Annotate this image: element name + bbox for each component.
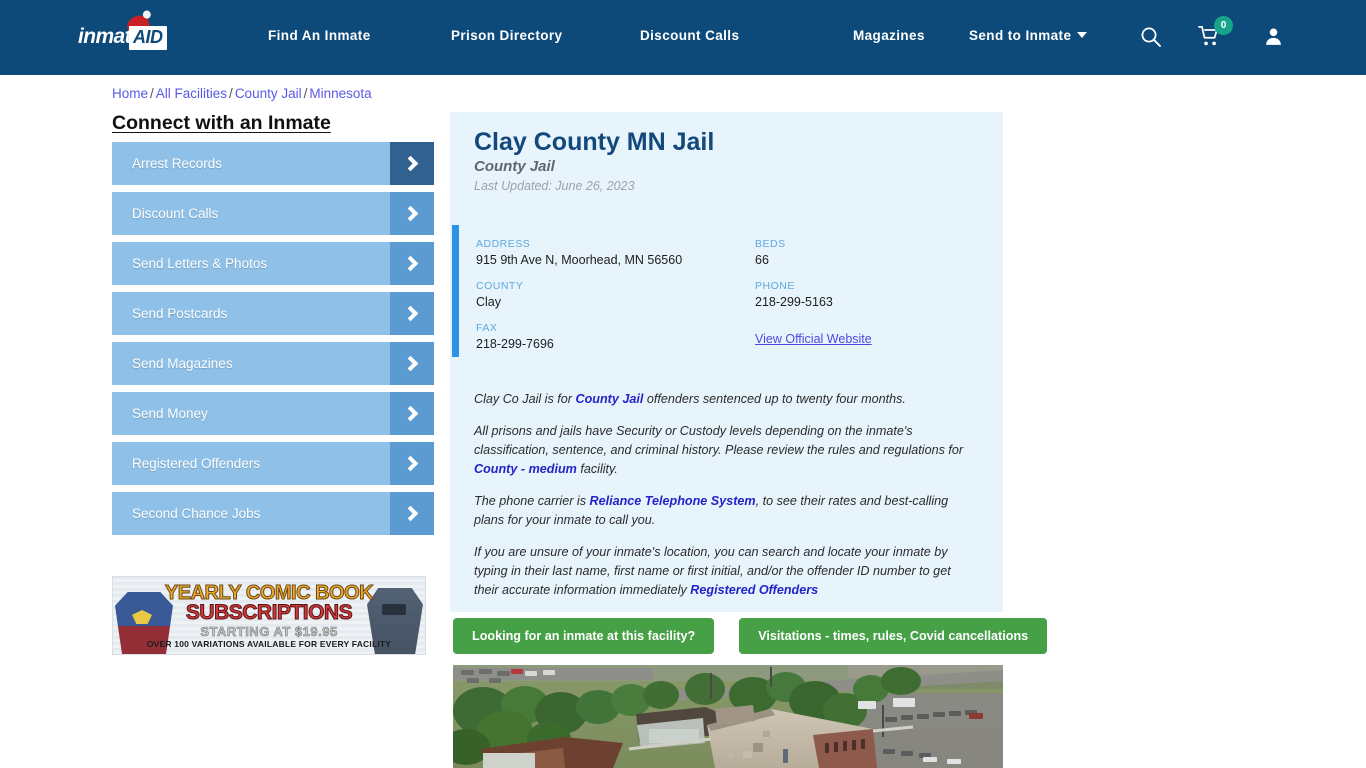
link-reliance-telephone-system[interactable]: Reliance Telephone System: [590, 494, 756, 508]
sidebar-item-send-magazines[interactable]: Send Magazines: [112, 342, 434, 385]
sidebar-item-label: Discount Calls: [132, 206, 219, 221]
last-updated-text: Last Updated: June 26, 2023: [474, 179, 635, 193]
sidebar-item-arrest-records[interactable]: Arrest Records: [112, 142, 434, 185]
link-registered-offenders[interactable]: Registered Offenders: [690, 583, 818, 597]
nav-item-magazines[interactable]: Magazines: [853, 28, 925, 43]
breadcrumb: Home / All Facilities / County Jail / Minnesot…: [112, 86, 372, 101]
nav-item-prison-directory[interactable]: Prison Directory: [451, 28, 562, 43]
breadcrumb-separator: /: [229, 86, 233, 101]
p2-text-b: facility.: [576, 462, 618, 476]
fax-label: FAX: [476, 322, 498, 334]
looking-for-inmate-button[interactable]: Looking for an inmate at this facility?: [453, 618, 715, 654]
ad-subtext: OVER 100 VARIATIONS AVAILABLE FOR EVERY …: [146, 639, 392, 649]
sidebar-item-label: Send Magazines: [132, 356, 233, 371]
description-paragraph-1: Clay Co Jail is for County Jail offender…: [474, 390, 976, 409]
shopping-cart-icon[interactable]: 0: [1198, 16, 1233, 53]
sidebar-item-label: Send Money: [132, 406, 208, 421]
chevron-down-icon: [1077, 32, 1088, 38]
phone-label: PHONE: [755, 280, 795, 292]
breadcrumb-separator: /: [150, 86, 154, 101]
sidebar-item-label: Arrest Records: [132, 156, 223, 171]
visitations-button[interactable]: Visitations - times, rules, Covid cancel…: [739, 618, 1048, 654]
facility-description: Clay Co Jail is for County Jail offender…: [474, 390, 976, 613]
cart-count-badge: 0: [1214, 16, 1233, 35]
nav-item-send-to-inmate-label: Send to Inmate: [969, 28, 1072, 43]
info-column-left: ADDRESS 915 9th Ave N, Moorhead, MN 5656…: [476, 238, 682, 364]
link-county-medium[interactable]: County - medium: [474, 462, 577, 476]
chevron-right-icon: [390, 292, 434, 335]
nav-item-discount-calls[interactable]: Discount Calls: [640, 28, 739, 43]
sidebar-item-label: Send Letters & Photos: [132, 256, 268, 271]
p1-text-b: offenders sentenced up to twenty four mo…: [643, 392, 906, 406]
facility-detail-card: Clay County MN Jail County Jail Last Upd…: [450, 112, 1003, 612]
page-title: Clay County MN Jail: [474, 128, 715, 156]
chevron-right-icon: [390, 142, 434, 185]
ad-headline-line2: SUBSCRIPTIONS: [185, 601, 353, 625]
breadcrumb-item-home[interactable]: Home: [112, 86, 148, 101]
sidebar-menu: Arrest Records Discount Calls Send Lette…: [112, 142, 434, 542]
fax-value: 218-299-7696: [476, 337, 554, 351]
description-paragraph-4: If you are unsure of your inmate's locat…: [474, 543, 976, 600]
cta-button-row: Looking for an inmate at this facility? …: [453, 618, 1048, 654]
description-paragraph-2: All prisons and jails have Security or C…: [474, 422, 976, 479]
sidebar-item-second-chance-jobs[interactable]: Second Chance Jobs: [112, 492, 434, 535]
search-icon[interactable]: [1140, 26, 1162, 53]
phone-value: 218-299-5163: [755, 295, 833, 309]
chevron-right-icon: [390, 492, 434, 535]
breadcrumb-item-all-facilities[interactable]: All Facilities: [156, 86, 227, 101]
p3-text-a: The phone carrier is: [474, 494, 590, 508]
user-account-icon[interactable]: [1263, 26, 1284, 52]
chevron-right-icon: [390, 442, 434, 485]
sidebar-item-send-letters-photos[interactable]: Send Letters & Photos: [112, 242, 434, 285]
address-value: 915 9th Ave N, Moorhead, MN 56560: [476, 253, 683, 267]
county-value: Clay: [476, 295, 502, 309]
view-official-website-link[interactable]: View Official Website: [755, 332, 872, 346]
sidebar-item-discount-calls[interactable]: Discount Calls: [112, 192, 434, 235]
nav-item-send-to-inmate[interactable]: Send to Inmate: [969, 28, 1088, 43]
chevron-right-icon: [390, 342, 434, 385]
sidebar-item-send-money[interactable]: Send Money: [112, 392, 434, 435]
sidebar-item-send-postcards[interactable]: Send Postcards: [112, 292, 434, 335]
facility-type: County Jail: [474, 158, 555, 175]
sidebar-item-label: Second Chance Jobs: [132, 506, 261, 521]
county-label: COUNTY: [476, 280, 524, 292]
site-logo[interactable]: inmate AID: [78, 13, 188, 54]
beds-value: 66: [755, 253, 769, 267]
link-county-jail[interactable]: County Jail: [575, 392, 643, 406]
nav-item-find-an-inmate[interactable]: Find An Inmate: [268, 28, 371, 43]
ad-price-text: STARTING AT $19.95: [200, 624, 338, 640]
info-column-right: BEDS 66 PHONE 218-299-5163 View Official…: [755, 238, 872, 359]
sidebar-item-label: Send Postcards: [132, 306, 228, 321]
beds-label: BEDS: [755, 238, 786, 250]
site-header: inmate AID Find An Inmate Prison Directo…: [0, 0, 1366, 75]
breadcrumb-item-county-jail[interactable]: County Jail: [235, 86, 302, 101]
chevron-right-icon: [390, 192, 434, 235]
facility-info-grid: ADDRESS 915 9th Ave N, Moorhead, MN 5656…: [452, 225, 1001, 357]
p2-text-a: All prisons and jails have Security or C…: [474, 424, 964, 457]
chevron-right-icon: [390, 392, 434, 435]
p1-text-a: Clay Co Jail is for: [474, 392, 576, 406]
address-label: ADDRESS: [476, 238, 531, 250]
chevron-right-icon: [390, 242, 434, 285]
breadcrumb-item-minnesota[interactable]: Minnesota: [309, 86, 371, 101]
sidebar-item-label: Registered Offenders: [132, 456, 261, 471]
sidebar-item-registered-offenders[interactable]: Registered Offenders: [112, 442, 434, 485]
accent-bar: [452, 225, 459, 357]
description-paragraph-3: The phone carrier is Reliance Telephone …: [474, 492, 976, 530]
comic-book-subscription-ad[interactable]: YEARLY COMIC BOOK SUBSCRIPTIONS STARTING…: [112, 576, 426, 655]
sidebar-heading: Connect with an Inmate: [112, 112, 331, 134]
logo-aid-badge: AID: [129, 26, 167, 50]
facility-aerial-photo: [453, 665, 1003, 768]
